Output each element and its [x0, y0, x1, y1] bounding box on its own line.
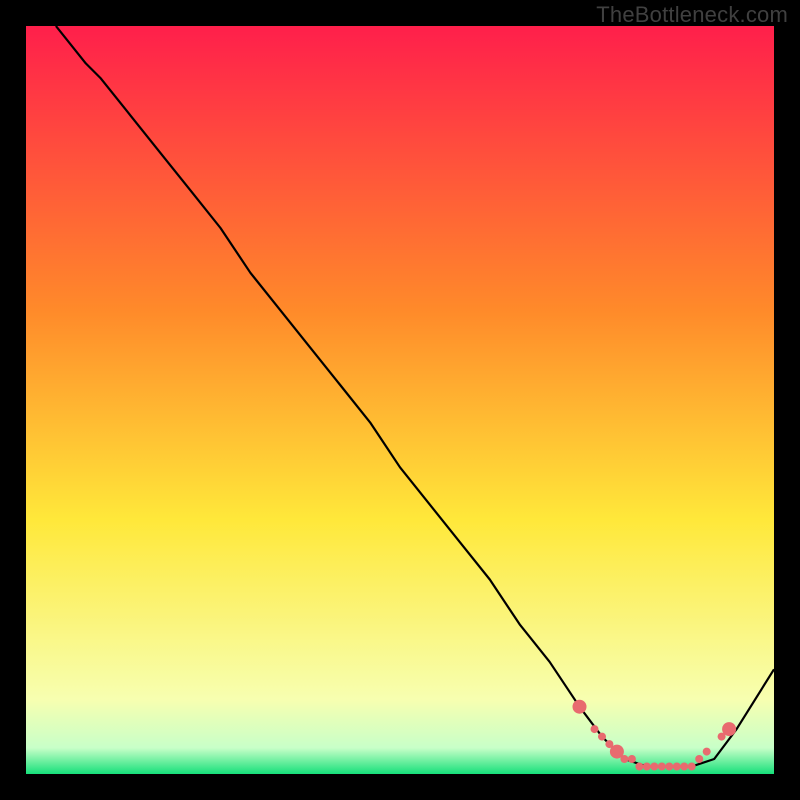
chart-frame: TheBottleneck.com	[0, 0, 800, 800]
highlight-dot	[680, 763, 688, 771]
gradient-bg	[26, 26, 774, 774]
highlight-dot	[643, 763, 651, 771]
highlight-dot	[635, 763, 643, 771]
highlight-dot	[620, 755, 628, 763]
highlight-dot	[673, 763, 681, 771]
highlight-dot	[573, 700, 587, 714]
highlight-dot	[695, 755, 703, 763]
watermark-text: TheBottleneck.com	[596, 2, 788, 28]
highlight-dot	[665, 763, 673, 771]
highlight-dot	[650, 763, 658, 771]
highlight-dot	[703, 748, 711, 756]
highlight-dot	[628, 755, 636, 763]
highlight-dot	[658, 763, 666, 771]
highlight-dot	[688, 763, 696, 771]
highlight-dot	[591, 725, 599, 733]
highlight-dot	[598, 733, 606, 741]
plot-area	[26, 26, 774, 774]
chart-svg	[26, 26, 774, 774]
highlight-dot	[722, 722, 736, 736]
